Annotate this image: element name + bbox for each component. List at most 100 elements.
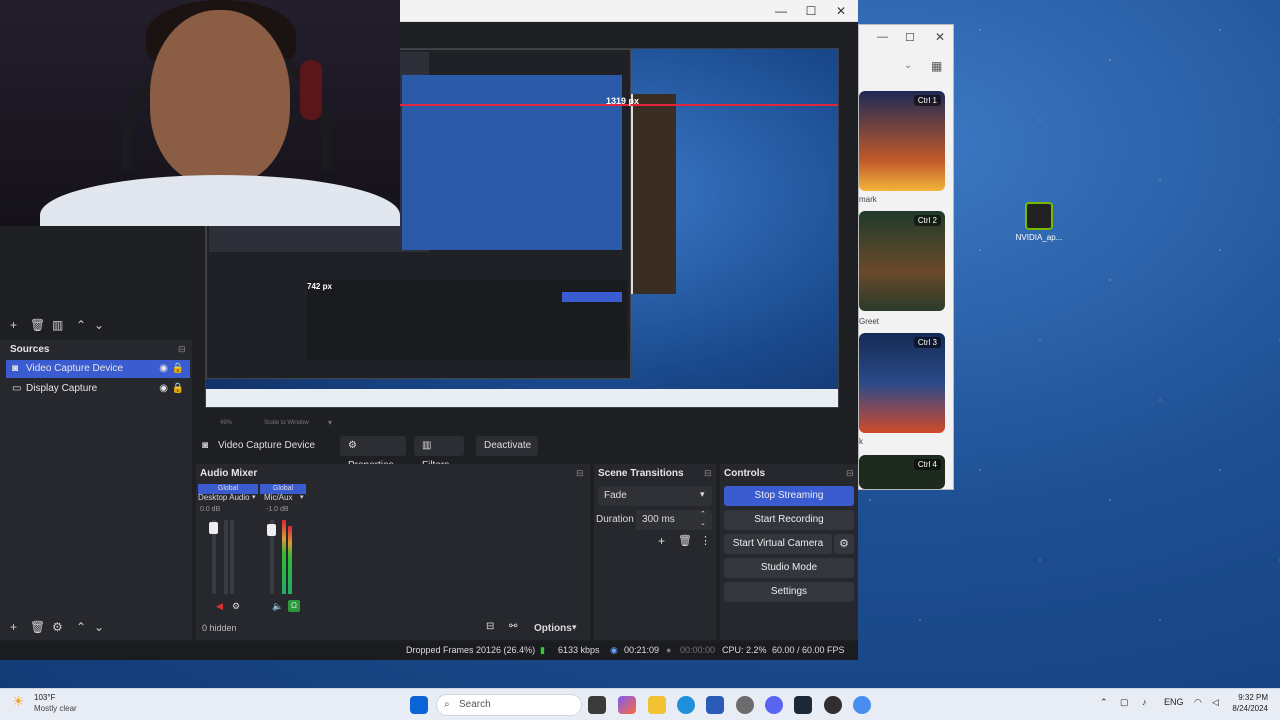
- move-up-icon[interactable]: ⌃: [76, 620, 86, 634]
- taskbar-search[interactable]: ⌕ Search: [436, 694, 582, 716]
- windows-start-icon[interactable]: [410, 696, 428, 714]
- gear-icon[interactable]: ⚙: [834, 534, 854, 554]
- language-indicator[interactable]: ENG: [1164, 697, 1184, 707]
- gallery-card[interactable]: Ctrl 3: [859, 333, 945, 433]
- transition-select[interactable]: Fade ▾: [598, 486, 712, 506]
- zoom-value: 49%: [220, 420, 233, 426]
- weather-temp[interactable]: 103°F: [34, 693, 55, 702]
- studio-mode-button[interactable]: Studio Mode: [724, 558, 854, 578]
- volume-slider-handle[interactable]: [267, 524, 276, 536]
- stepper-up-icon[interactable]: ⌃: [700, 510, 706, 518]
- settings-gear-icon[interactable]: [736, 696, 754, 714]
- sources-panel: Sources ⊟ ◙ Video Capture Device ◉ 🔒 ▭ D…: [0, 340, 192, 640]
- speaker-icon[interactable]: 🔈: [272, 601, 283, 612]
- dock-icon[interactable]: ⊟: [704, 468, 712, 479]
- properties-button[interactable]: ⚙ Properties: [340, 436, 406, 471]
- channel-name[interactable]: Mic/Aux: [264, 493, 292, 502]
- chevron-up-icon[interactable]: ⌃: [1100, 697, 1108, 708]
- minimize-button[interactable]: —: [877, 31, 888, 43]
- task-view-icon[interactable]: [588, 696, 606, 714]
- more-icon[interactable]: ⋮: [700, 534, 711, 547]
- weather-desc[interactable]: Mostly clear: [34, 704, 77, 713]
- monitor-headphones-icon[interactable]: Ω: [288, 600, 300, 612]
- start-recording-button[interactable]: Start Recording: [724, 510, 854, 530]
- volume-slider-handle[interactable]: [209, 522, 218, 534]
- trash-icon[interactable]: 🗑: [678, 534, 692, 547]
- source-item-video-capture[interactable]: ◙ Video Capture Device ◉ 🔒: [6, 360, 190, 378]
- obs-icon[interactable]: [824, 696, 842, 714]
- hidden-count: 0 hidden: [202, 623, 237, 633]
- add-icon[interactable]: +: [658, 534, 665, 548]
- add-icon[interactable]: +: [10, 620, 17, 634]
- source-label: Video Capture Device: [26, 363, 124, 374]
- network-icon[interactable]: ▢: [1120, 697, 1129, 708]
- file-explorer-icon[interactable]: [648, 696, 666, 714]
- move-up-icon[interactable]: ⌃: [76, 318, 86, 332]
- move-down-icon[interactable]: ⌄: [94, 620, 104, 634]
- maximize-button[interactable]: ☐: [905, 31, 915, 44]
- edge-browser-icon[interactable]: [677, 696, 695, 714]
- weather-icon[interactable]: ☀: [12, 693, 25, 710]
- stop-streaming-button[interactable]: Stop Streaming: [724, 486, 854, 506]
- dropped-frames: Dropped Frames 20126 (26.4%): [406, 645, 536, 655]
- filters-button[interactable]: ▥ Filters: [414, 436, 464, 471]
- chevron-down-icon[interactable]: ▾: [300, 493, 304, 501]
- nvidia-icon: [1025, 202, 1053, 230]
- chevron-down-icon[interactable]: ▾: [572, 622, 577, 633]
- visibility-icon[interactable]: ◉: [159, 380, 168, 398]
- gallery-card[interactable]: Ctrl 2: [859, 211, 945, 311]
- wifi-icon[interactable]: ◠: [1194, 697, 1202, 708]
- scale-mode-select[interactable]: Scale to Window: [264, 420, 309, 426]
- clock-date[interactable]: 8/24/2024: [1228, 704, 1268, 713]
- level-meter: [282, 520, 286, 594]
- gear-icon[interactable]: ⚙: [232, 601, 240, 612]
- grid-view-icon[interactable]: ▦: [931, 59, 942, 73]
- link-icon[interactable]: ⚯: [509, 621, 517, 632]
- record-icon: ●: [666, 645, 672, 655]
- discord-icon[interactable]: [765, 696, 783, 714]
- steam-icon[interactable]: [794, 696, 812, 714]
- visibility-icon[interactable]: ◉: [159, 360, 168, 378]
- level-meter: [230, 520, 234, 594]
- filter-icon[interactable]: ▥: [52, 318, 63, 332]
- lock-icon[interactable]: 🔒: [172, 380, 184, 398]
- add-icon[interactable]: +: [10, 318, 17, 332]
- settings-button[interactable]: Settings: [724, 582, 854, 602]
- layout-icon[interactable]: ⊟: [486, 621, 494, 632]
- copilot-icon[interactable]: [618, 696, 636, 714]
- sources-toolbar: + 🗑 ⚙ ⌃ ⌄: [0, 618, 192, 638]
- duration-input[interactable]: 300 ms ⌃ ⌄: [636, 510, 712, 530]
- speaker-icon[interactable]: ◁: [1212, 697, 1219, 708]
- channel-name[interactable]: Desktop Audio: [198, 493, 250, 502]
- preview-zoom-row: 49% Scale to Window ▾: [200, 414, 520, 432]
- desktop-icon-nvidia[interactable]: NVIDIA_ap...: [1012, 202, 1066, 242]
- mute-icon[interactable]: ◀: [216, 601, 223, 612]
- close-button[interactable]: ✕: [826, 2, 856, 20]
- dock-icon[interactable]: ⊟: [846, 468, 854, 479]
- chevron-down-icon[interactable]: ⌄: [904, 60, 912, 71]
- dock-icon[interactable]: ⊟: [576, 468, 584, 479]
- gallery-card[interactable]: Ctrl 4: [859, 455, 945, 489]
- deactivate-button[interactable]: Deactivate: [476, 436, 538, 456]
- trash-icon[interactable]: 🗑: [30, 318, 45, 332]
- move-down-icon[interactable]: ⌄: [94, 318, 104, 332]
- trash-icon[interactable]: 🗑: [30, 620, 45, 634]
- dock-icon[interactable]: ⊟: [178, 344, 186, 355]
- maximize-button[interactable]: ☐: [796, 2, 826, 20]
- chevron-down-icon[interactable]: ▾: [328, 418, 332, 427]
- store-icon[interactable]: [706, 696, 724, 714]
- options-menu[interactable]: Options: [534, 623, 572, 634]
- minimize-button[interactable]: —: [766, 2, 796, 20]
- clock-time[interactable]: 9:32 PM: [1228, 693, 1268, 702]
- close-button[interactable]: ✕: [935, 30, 945, 44]
- gallery-card[interactable]: Ctrl 1: [859, 91, 945, 191]
- source-item-display-capture[interactable]: ▭ Display Capture ◉ 🔒: [6, 380, 190, 398]
- mic-icon[interactable]: ♪: [1142, 697, 1147, 707]
- lock-icon[interactable]: 🔒: [172, 360, 184, 378]
- nvidia-app-window: — ☐ ✕ ⌄ ▦ Ctrl 1 mark Ctrl 2 Greet Ctrl …: [858, 24, 954, 490]
- gear-icon[interactable]: ⚙: [52, 620, 63, 634]
- chrome-icon[interactable]: [853, 696, 871, 714]
- stepper-down-icon[interactable]: ⌄: [700, 519, 706, 527]
- chevron-down-icon[interactable]: ▾: [252, 493, 256, 501]
- start-virtual-camera-button[interactable]: Start Virtual Camera: [724, 534, 832, 554]
